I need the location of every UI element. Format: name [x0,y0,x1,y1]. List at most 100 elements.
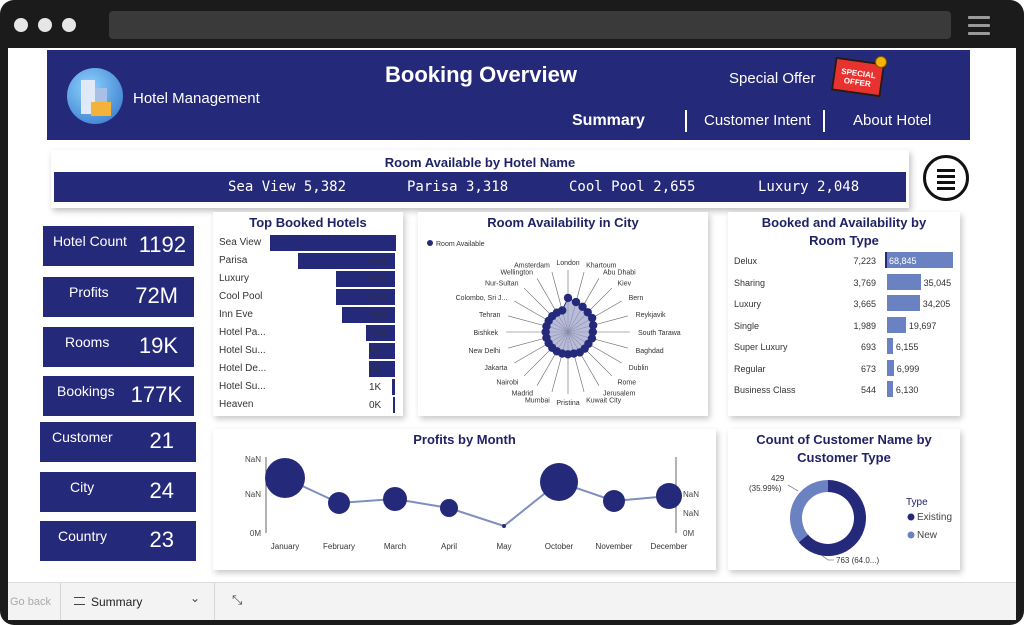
city-axis-label: Madrid [512,391,534,398]
bar-category-label: Inn Eve [219,309,253,320]
bar-category-label: Cool Pool [219,291,263,302]
booked-value: 3,769 [853,277,876,288]
city-axis-label: Tehran [479,312,501,319]
kpi-value: 177K [130,382,182,407]
footer-divider [214,583,215,620]
legend-new-dot [907,531,915,539]
kpi-label: Hotel Count [53,233,127,249]
bar-category-label: Hotel Su... [219,381,266,392]
available-value: 34,205 [922,299,951,309]
city-axis-label: Nairobi [496,379,519,386]
bar[interactable] [392,379,395,395]
bar-category-label: Parisa [219,255,248,266]
available-bar[interactable] [887,359,894,376]
month-bubble[interactable] [656,483,682,509]
available-bar[interactable] [887,338,893,354]
app-window-frame: Hotel Management Booking Overview Specia… [0,0,1024,625]
kpi-hotel-count: Hotel Count 1192 [43,226,194,266]
kpi-city: City 24 [40,472,196,512]
report-header: Hotel Management Booking Overview Specia… [47,50,970,140]
city-axis-label: Baghdad [636,348,664,355]
nav-divider [685,110,687,132]
bar-value-label: 20K [369,292,387,303]
available-bar[interactable] [887,381,893,397]
profits-line-chart: NaN NaN 0M NaN NaN 0M January February Mar… [245,455,699,551]
city-axis-label: Amsterdam [514,262,550,269]
kpi-profits: Profits 72M [43,277,194,317]
report-canvas: Hotel Management Booking Overview Specia… [8,48,1016,620]
collapse-arrows-icon[interactable]: ⤡ [232,592,242,608]
window-dot-icon[interactable] [14,18,28,32]
month-bubble[interactable] [440,499,458,517]
room-type-label: Regular [734,363,766,374]
month-bubble[interactable] [328,492,350,514]
chevron-down-icon[interactable]: ⌄ [190,591,200,605]
kpi-value: 24 [149,478,174,503]
bar-value-label: 0K [369,400,382,411]
available-bar[interactable] [887,316,906,333]
axis-tick-label: NaN [683,490,699,499]
list-menu-icon[interactable] [923,155,969,201]
kpi-label: Profits [69,284,109,300]
bar[interactable] [393,397,395,413]
go-back-button[interactable]: Go back [10,596,51,608]
month-bubble[interactable] [502,524,506,528]
city-axis-label: Jakarta [484,365,507,372]
month-bubble[interactable] [265,458,305,498]
room-available-item: Cool Pool 2,655 [569,179,696,195]
address-bar[interactable] [109,11,951,39]
axis-tick-label: NaN [683,509,699,518]
booked-value: 544 [860,385,876,395]
city-axis-label: New Delhi [468,348,500,355]
room-available-item: Parisa 3,318 [407,179,509,195]
booked-value: 7,223 [853,256,876,266]
nav-summary[interactable]: Summary [572,112,645,130]
page-title: Booking Overview [385,62,577,87]
bar-category-label: Sea View [219,237,262,248]
month-bubble[interactable] [603,490,625,512]
badge-text: SPECIAL OFFER [840,66,877,89]
nav-customer-intent[interactable]: Customer Intent [704,112,811,129]
bar-value-label: 33K [369,256,387,267]
month-bubble[interactable] [383,487,407,511]
room-available-item: Sea View 5,382 [228,179,347,195]
bar-value-label: 9K [369,346,382,357]
bar-value-label: 10K [369,328,387,339]
city-axis-label: Jerusalem [603,391,635,398]
legend-existing-dot [907,513,915,521]
bar[interactable] [270,235,396,251]
radar-point[interactable] [558,306,567,315]
month-tick-label: March [384,542,406,551]
available-bar[interactable] [887,295,920,311]
customer-type-panel: Count of Customer Name by Customer Type … [728,429,960,570]
month-tick-label: May [496,542,511,551]
top-booked-hotels-panel: Top Booked Hotels Sea View Parisa 33K Luxur… [213,212,403,416]
bar-category-label: Hotel De... [219,363,267,374]
booked-value: 693 [860,342,876,352]
donut-label-new-pct: (35.99%) [749,484,782,493]
month-bubble[interactable] [540,463,578,501]
radar-point[interactable] [587,313,597,323]
city-axis-label: Wellington [500,269,533,276]
kpi-value: 19K [138,333,178,358]
page-tab-summary[interactable]: Summary [91,595,142,609]
page-list-icon [74,597,85,605]
bar-category-label: Luxury [219,273,250,284]
kpi-label: Customer [52,429,113,445]
legend-title: Type [906,497,928,508]
room-available-strip: Sea View 5,382 Parisa 3,318 Cool Pool 2,… [54,172,906,202]
kpi-label: Rooms [65,334,110,350]
room-type-label: Single [734,320,760,331]
legend-label: Room Available [436,241,485,248]
radar-point[interactable] [563,293,573,303]
city-radar-chart: Room Available London KhartoumAbu Dhabi Ki… [427,240,681,407]
city-axis-label: Nur-Sultan [485,281,519,288]
kpi-label: City [70,479,95,495]
month-tick-label: November [596,542,633,551]
nav-about-hotel[interactable]: About Hotel [853,112,931,129]
window-dot-icon[interactable] [62,18,76,32]
kpi-value: 72M [135,283,178,308]
legend-new: New [917,530,938,541]
available-bar[interactable] [887,273,921,290]
window-dot-icon[interactable] [38,18,52,32]
